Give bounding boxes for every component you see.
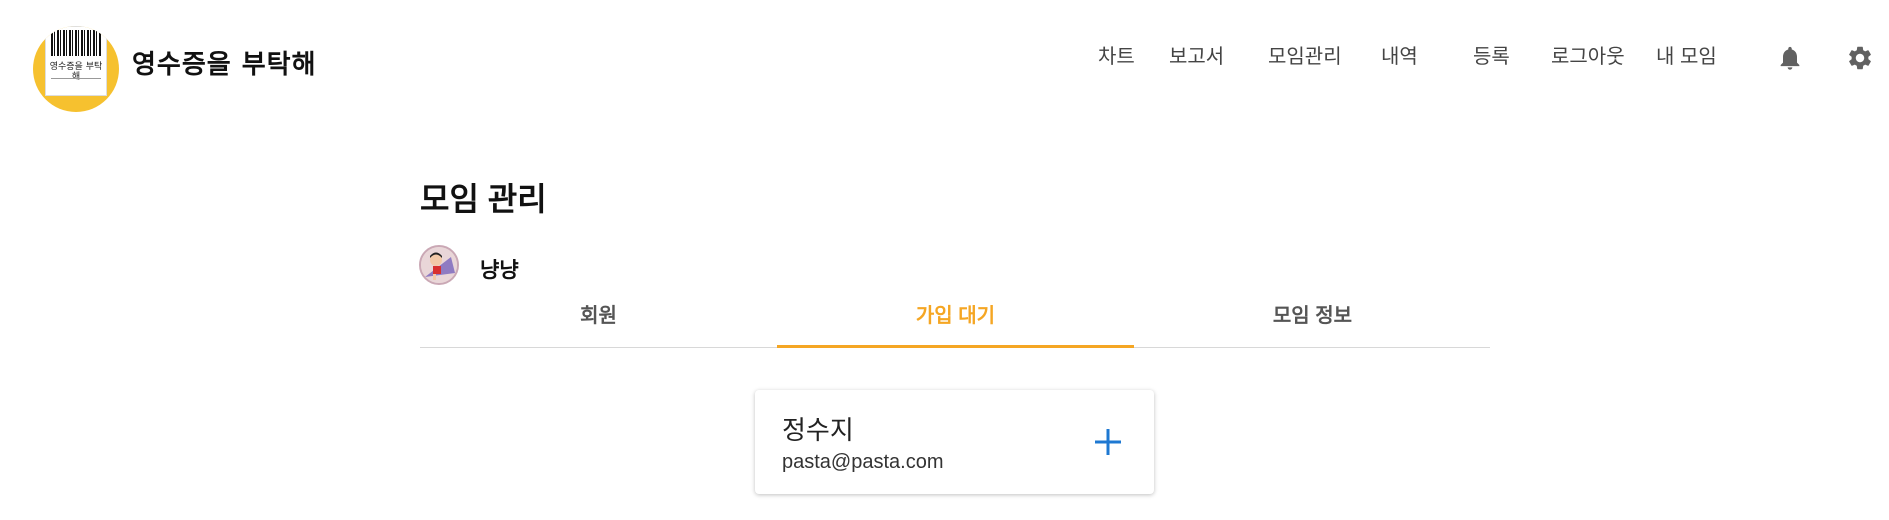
plus-icon[interactable] [1090, 424, 1126, 460]
member-name: 정수지 [782, 415, 854, 445]
app-header: 영수증을 부탁해 영수증을 부탁해 차트 보고서 모임관리 내역 등록 로그아웃… [0, 0, 1889, 115]
nav-item-report[interactable]: 보고서 [1169, 40, 1224, 69]
receipt-line [51, 78, 101, 79]
tab-bar: 회원 가입 대기 모임 정보 [420, 300, 1490, 348]
nav-item-register[interactable]: 등록 [1473, 40, 1510, 69]
page-title: 모임 관리 [420, 181, 547, 217]
bell-icon[interactable] [1776, 44, 1804, 72]
nav-item-my-group[interactable]: 내 모임 [1656, 40, 1717, 69]
tab-pending[interactable]: 가입 대기 [777, 300, 1134, 348]
member-email: pasta@pasta.com [782, 451, 944, 473]
nav-item-group-manage[interactable]: 모임관리 [1268, 40, 1342, 69]
logo[interactable]: 영수증을 부탁해 [33, 26, 119, 112]
tab-members[interactable]: 회원 [420, 300, 777, 348]
nav-item-history[interactable]: 내역 [1381, 40, 1418, 69]
logo-text: 영수증을 부탁해 [49, 62, 103, 82]
nav-item-chart[interactable]: 차트 [1098, 40, 1135, 69]
nav-item-logout[interactable]: 로그아웃 [1551, 40, 1625, 69]
tab-group-info[interactable]: 모임 정보 [1134, 300, 1491, 348]
gear-icon[interactable] [1846, 44, 1874, 72]
group-name: 냥냥 [480, 259, 519, 282]
group-avatar [419, 245, 459, 285]
brand-name[interactable]: 영수증을 부탁해 [132, 44, 317, 81]
pending-member-card: 정수지 pasta@pasta.com [755, 390, 1154, 494]
barcode-graphic [51, 30, 101, 56]
